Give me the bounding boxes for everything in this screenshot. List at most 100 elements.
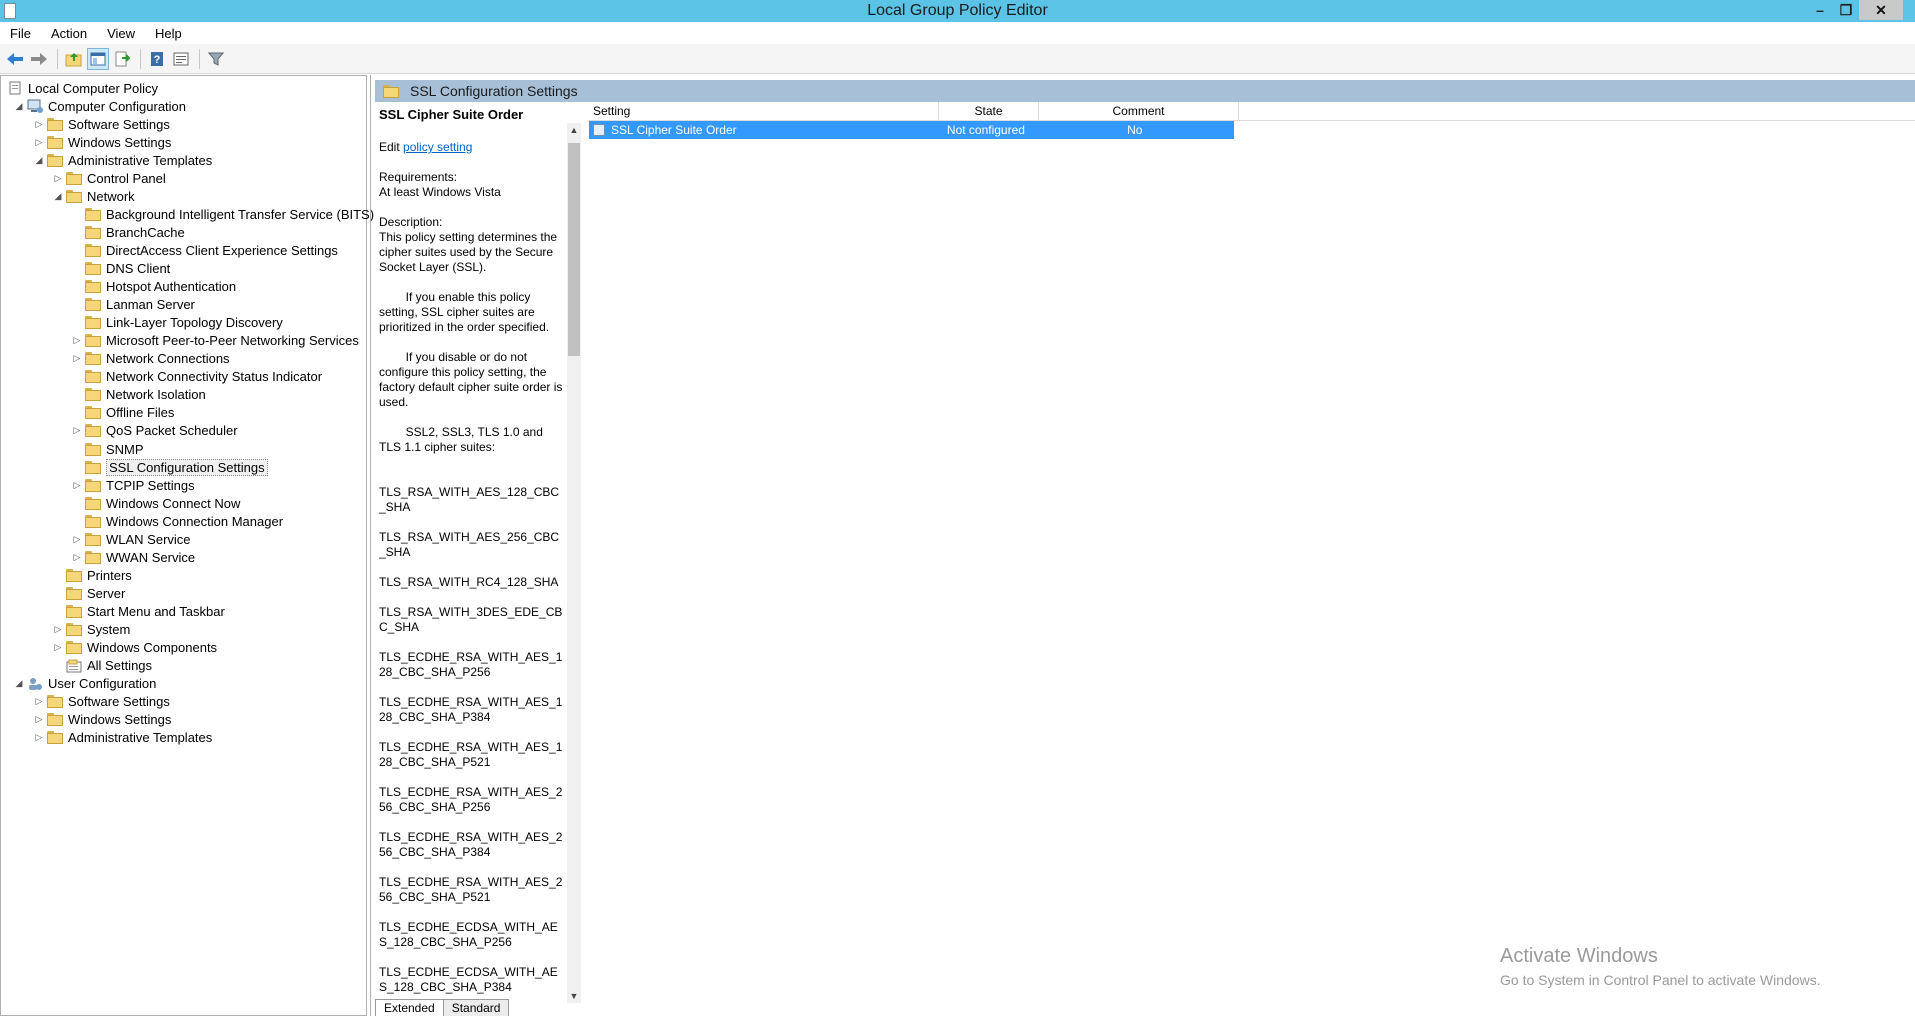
menu-help[interactable]: Help: [145, 26, 192, 41]
edit-policy-link[interactable]: policy setting: [403, 140, 472, 154]
tree-item[interactable]: ◢ Administrative Templates: [33, 151, 213, 169]
tree-item[interactable]: Hotspot Authentication: [71, 278, 236, 296]
cipher-suite: TLS_RSA_WITH_AES_128_CBC_SHA: [379, 485, 560, 514]
tree-item[interactable]: ▷ System: [52, 621, 131, 639]
tree-item[interactable]: ▷ Windows Settings: [33, 711, 172, 729]
tree-item[interactable]: Local Computer Policy: [5, 79, 158, 97]
collapsed-arrow-icon[interactable]: ▷: [71, 551, 83, 563]
collapsed-arrow-icon[interactable]: ▷: [71, 533, 83, 545]
tree-item[interactable]: Offline Files: [71, 404, 174, 422]
column-setting[interactable]: Setting: [589, 102, 939, 120]
tab-standard[interactable]: Standard: [442, 999, 510, 1016]
scroll-down-icon[interactable]: ▼: [567, 989, 581, 1003]
tree-item[interactable]: All Settings: [52, 657, 152, 675]
collapsed-arrow-icon[interactable]: ▷: [71, 425, 83, 437]
tree-item[interactable]: Network Isolation: [71, 386, 206, 404]
description-paragraph: This policy setting determines the ciphe…: [379, 230, 561, 274]
folder-icon: [85, 478, 101, 492]
tree-item[interactable]: Background Intelligent Transfer Service …: [71, 205, 374, 223]
scroll-thumb[interactable]: [568, 143, 580, 356]
tree-item[interactable]: ▷ WLAN Service: [71, 530, 191, 548]
menu-action[interactable]: Action: [41, 26, 97, 41]
expanded-arrow-icon[interactable]: ◢: [52, 190, 64, 202]
tree-item[interactable]: ▷ Windows Settings: [33, 133, 172, 151]
properties-icon[interactable]: [170, 48, 192, 70]
collapsed-arrow-icon[interactable]: ▷: [33, 136, 45, 148]
restore-button[interactable]: ❐: [1833, 0, 1859, 20]
tree-item[interactable]: ▷ Control Panel: [52, 169, 166, 187]
tree-item[interactable]: Link-Layer Topology Discovery: [71, 314, 283, 332]
tree-item[interactable]: ◢ User Configuration: [13, 675, 157, 693]
collapsed-arrow-icon[interactable]: ▷: [52, 624, 64, 636]
tree-item[interactable]: ▷ Software Settings: [33, 115, 170, 133]
tree-item[interactable]: ▷ TCPIP Settings: [71, 476, 195, 494]
cipher-suite: TLS_RSA_WITH_AES_256_CBC_SHA: [379, 530, 560, 559]
tree-item[interactable]: Start Menu and Taskbar: [52, 602, 225, 620]
tree-item[interactable]: SNMP: [71, 440, 144, 458]
close-button[interactable]: ✕: [1859, 0, 1903, 20]
tree-item-label: Windows Components: [87, 640, 218, 656]
tree-item[interactable]: Lanman Server: [71, 296, 195, 314]
tree-item-label: Network Isolation: [106, 387, 206, 403]
folder-icon: [383, 84, 399, 98]
expanded-arrow-icon[interactable]: ◢: [33, 154, 45, 166]
table-row[interactable]: SSL Cipher Suite Order Not configured No: [589, 121, 1234, 139]
menu-file[interactable]: File: [0, 26, 41, 41]
expanded-arrow-icon[interactable]: ◢: [13, 100, 25, 112]
back-arrow-icon[interactable]: [4, 48, 26, 70]
column-comment[interactable]: Comment: [1039, 102, 1239, 120]
tree-item-label: Windows Connect Now: [106, 495, 241, 511]
tree-item[interactable]: ▷ WWAN Service: [71, 548, 196, 566]
tree-item[interactable]: ▷ Administrative Templates: [33, 729, 213, 747]
column-state[interactable]: State: [939, 102, 1039, 120]
tree-item-label: Hotspot Authentication: [106, 279, 237, 295]
tree-item[interactable]: ◢ Computer Configuration: [13, 97, 187, 115]
tree-item[interactable]: ▷ Microsoft Peer-to-Peer Networking Servi…: [71, 332, 359, 350]
menu-view[interactable]: View: [97, 26, 145, 41]
forward-arrow-icon[interactable]: [28, 48, 50, 70]
filter-icon[interactable]: [205, 48, 227, 70]
collapsed-arrow-icon[interactable]: ▷: [52, 642, 64, 654]
tree-item[interactable]: Server: [52, 584, 125, 602]
menu-bar: File Action View Help: [0, 22, 1915, 44]
tree-item[interactable]: DirectAccess Client Experience Settings: [71, 241, 338, 259]
requirements-value: At least Windows Vista: [379, 185, 501, 199]
up-folder-icon[interactable]: [63, 48, 85, 70]
collapsed-arrow-icon[interactable]: ▷: [33, 732, 45, 744]
help-icon[interactable]: ?: [146, 48, 168, 70]
tree-item[interactable]: ◢ Network: [52, 187, 135, 205]
tree-item[interactable]: ▷ Windows Components: [52, 639, 218, 657]
collapsed-arrow-icon[interactable]: ▷: [52, 172, 64, 184]
watermark-title: Activate Windows: [1500, 945, 1658, 967]
export-list-icon[interactable]: [111, 48, 133, 70]
tree-item[interactable]: ▷ Software Settings: [33, 693, 170, 711]
description-scrollbar[interactable]: ▲ ▼: [567, 123, 581, 1003]
tab-extended[interactable]: Extended: [375, 999, 444, 1016]
tree-item[interactable]: Printers: [52, 566, 132, 584]
collapsed-arrow-icon[interactable]: ▷: [71, 335, 83, 347]
collapsed-arrow-icon[interactable]: ▷: [33, 696, 45, 708]
tree-item[interactable]: SSL Configuration Settings: [71, 458, 268, 476]
setting-name: SSL Cipher Suite Order: [611, 123, 737, 137]
expanded-arrow-icon[interactable]: ◢: [13, 678, 25, 690]
tree-item[interactable]: Windows Connection Manager: [71, 512, 283, 530]
tree-item[interactable]: Windows Connect Now: [71, 494, 240, 512]
tree-item-label: Background Intelligent Transfer Service …: [106, 206, 375, 222]
tree-item[interactable]: ▷ QoS Packet Scheduler: [71, 422, 238, 440]
tree-item-label: Software Settings: [68, 116, 170, 132]
collapsed-arrow-icon[interactable]: ▷: [71, 353, 83, 365]
tree-item[interactable]: DNS Client: [71, 260, 170, 278]
collapsed-arrow-icon[interactable]: ▷: [33, 118, 45, 130]
collapsed-arrow-icon[interactable]: ▷: [71, 479, 83, 491]
tree-item[interactable]: BranchCache: [71, 223, 185, 241]
collapsed-arrow-icon[interactable]: ▷: [33, 714, 45, 726]
tree-item-label: QoS Packet Scheduler: [106, 423, 238, 439]
minimize-button[interactable]: –: [1807, 0, 1833, 20]
show-hide-tree-icon[interactable]: [87, 47, 109, 70]
tree-item[interactable]: Network Connectivity Status Indicator: [71, 368, 322, 386]
scroll-up-icon[interactable]: ▲: [567, 123, 581, 137]
tree-item[interactable]: ▷ Network Connections: [71, 350, 230, 368]
